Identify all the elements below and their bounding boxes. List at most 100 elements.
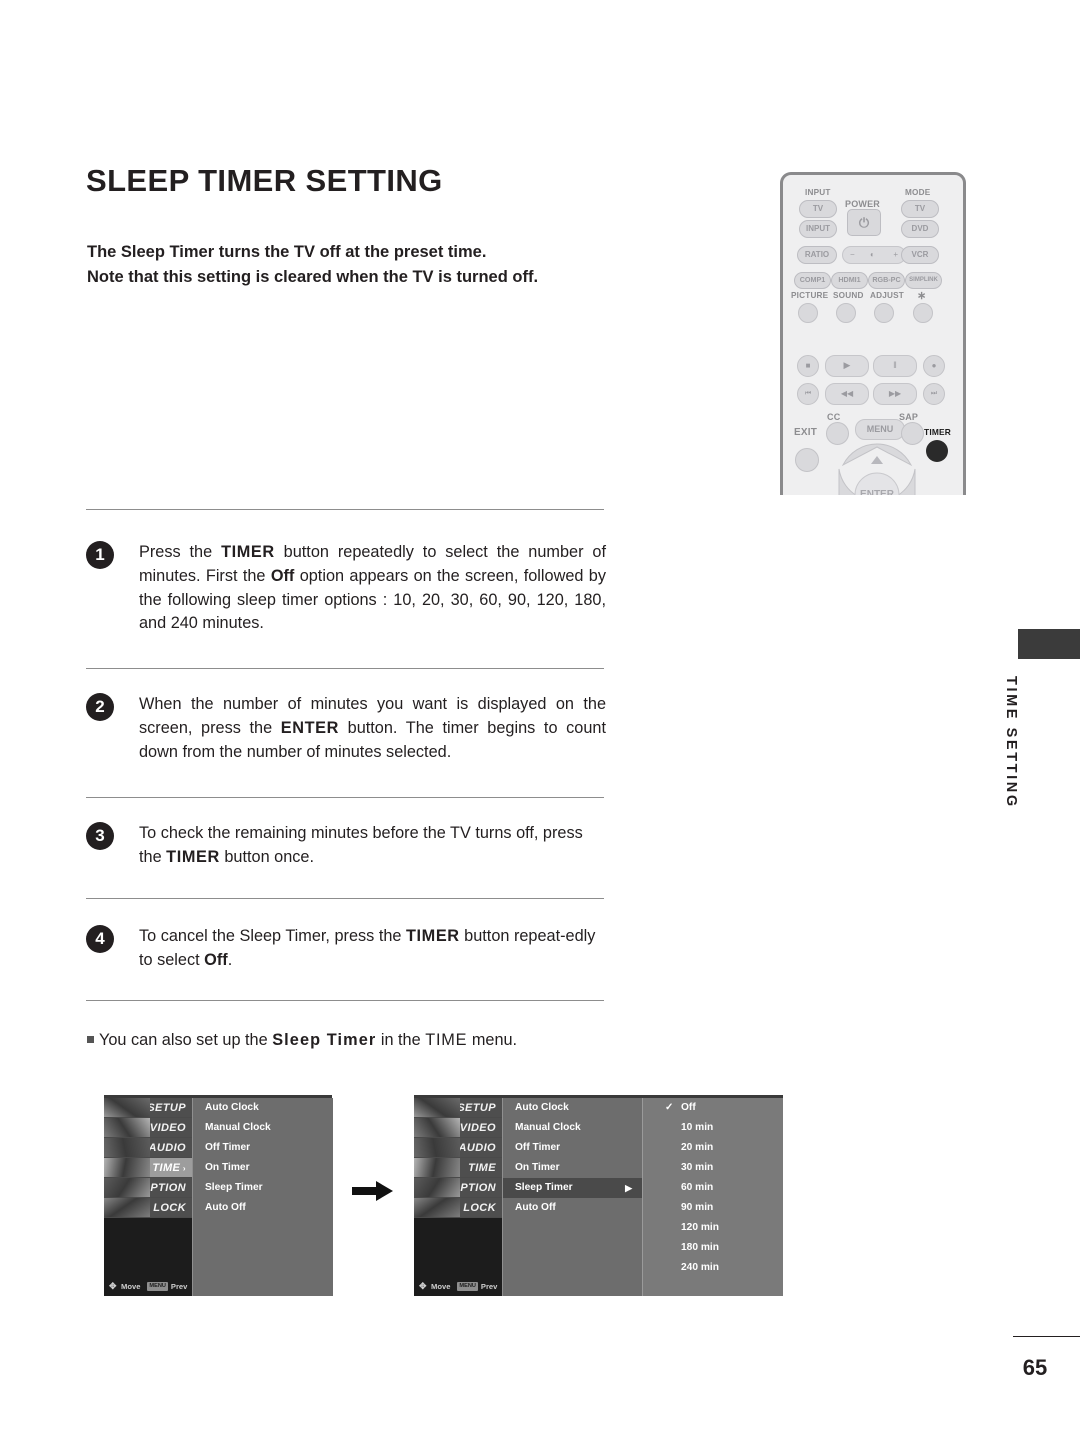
osd-category-thumbnail (414, 1118, 460, 1137)
remote-label-mode: MODE (905, 188, 931, 197)
osd-item-manual-clock[interactable]: Manual Clock (503, 1118, 642, 1138)
remote-button-input[interactable]: INPUT (799, 220, 837, 238)
remote-volume-plus[interactable]: + (893, 247, 898, 262)
osd-item-label: Sleep Timer (205, 1182, 263, 1193)
remote-button-picture[interactable] (798, 303, 818, 323)
osd-item-off-timer[interactable]: Off Timer (193, 1138, 333, 1158)
osd-option-180-min[interactable]: 180 min (643, 1238, 783, 1258)
osd-option-60-min[interactable]: 60 min (643, 1178, 783, 1198)
osd-category-audio[interactable]: AUDIO (104, 1138, 192, 1158)
remote-button-tv-mode[interactable]: TV (901, 200, 939, 218)
remote-button-next[interactable]: ⏭ (923, 383, 945, 405)
remote-volume-minus[interactable]: − (850, 247, 855, 262)
remote-button-tv-input[interactable]: TV (799, 200, 837, 218)
remote-button-stop[interactable]: ■ (797, 355, 819, 377)
intro-paragraph: The Sleep Timer turns the TV off at the … (87, 240, 627, 290)
osd-item-sleep-timer[interactable]: Sleep Timer ▶ (503, 1178, 642, 1198)
osd-item-label: Manual Clock (205, 1122, 271, 1133)
osd-item-label: Sleep Timer (515, 1182, 573, 1193)
osd-category-thumbnail (414, 1138, 460, 1157)
page-number: 65 (1022, 1355, 1048, 1380)
osd2-options-column: ✓ Off 10 min 20 min 30 min 60 min 90 min 120 mi… (642, 1098, 783, 1296)
remote-button-record[interactable]: ● (923, 355, 945, 377)
osd-item-auto-off[interactable]: Auto Off (193, 1198, 333, 1218)
remote-button-ratio[interactable]: RATIO (797, 246, 837, 264)
osd-menu-screenshot-1: SETUP VIDEO AUDIO TIME › OPTION LOCK Auto Clo… (104, 1095, 333, 1296)
bullet-square-icon (87, 1036, 94, 1043)
remote-button-sound[interactable] (836, 303, 856, 323)
osd-category-option[interactable]: OPTION (414, 1178, 502, 1198)
remote-label-exit: EXIT (794, 427, 818, 438)
osd-category-time[interactable]: TIME (414, 1158, 502, 1178)
osd-item-on-timer[interactable]: On Timer (503, 1158, 642, 1178)
svg-text:ENTER: ENTER (860, 489, 895, 495)
osd1-move-label: Move (121, 1282, 141, 1291)
menu-key-icon: MENU (147, 1282, 168, 1291)
osd-category-option[interactable]: OPTION (104, 1178, 192, 1198)
remote-button-previous[interactable]: ⏮ (797, 383, 819, 405)
remote-button-pause[interactable]: ‖ (873, 355, 917, 377)
osd-category-video[interactable]: VIDEO (414, 1118, 502, 1138)
step-3-text: To check the remaining minutes before th… (139, 824, 583, 866)
move-arrows-icon: ✥ (419, 1281, 427, 1291)
remote-button-comp1[interactable]: COMP1 (794, 272, 831, 289)
osd-option-10-min[interactable]: 10 min (643, 1118, 783, 1138)
osd-option-120-min[interactable]: 120 min (643, 1218, 783, 1238)
osd-item-auto-clock[interactable]: Auto Clock (503, 1098, 642, 1118)
remote-button-exit[interactable] (795, 448, 819, 472)
remote-button-menu[interactable]: MENU (855, 419, 905, 440)
note-line: You can also set up the Sleep Timer in t… (87, 1031, 517, 1050)
note-post: menu. (467, 1031, 518, 1049)
remote-button-rgb-pc[interactable]: RGB-PC (868, 272, 905, 289)
intro-line-2: Note that this setting is cleared when t… (87, 268, 539, 286)
remote-button-fast-forward[interactable]: ▶▶ (873, 383, 917, 405)
osd-item-auto-off[interactable]: Auto Off (503, 1198, 642, 1218)
osd-category-video[interactable]: VIDEO (104, 1118, 192, 1138)
remote-button-adjust[interactable] (874, 303, 894, 323)
osd-category-setup[interactable]: SETUP (104, 1098, 192, 1118)
osd1-footer: ✥ Move MENU Prev (104, 1282, 332, 1291)
remote-label-adjust: ADJUST (870, 291, 904, 300)
note-emphasis: Sleep Timer (272, 1031, 377, 1049)
osd-item-on-timer[interactable]: On Timer (193, 1158, 333, 1178)
remote-button-rewind[interactable]: ◀◀ (825, 383, 869, 405)
remote-button-timer[interactable] (926, 440, 948, 462)
osd-item-sleep-timer[interactable]: Sleep Timer (193, 1178, 333, 1198)
remote-button-cc[interactable] (826, 422, 849, 445)
osd-item-manual-clock[interactable]: Manual Clock (193, 1118, 333, 1138)
osd-category-lock[interactable]: LOCK (104, 1198, 192, 1218)
remote-volume-rocker[interactable]: − ◐ + (842, 246, 906, 264)
remote-button-vcr[interactable]: VCR (901, 246, 939, 264)
note-mid: in the (376, 1031, 426, 1049)
osd-category-setup[interactable]: SETUP (414, 1098, 502, 1118)
remote-navigation-wheel[interactable]: ENTER (829, 443, 925, 495)
osd1-category-column: SETUP VIDEO AUDIO TIME › OPTION LOCK (104, 1098, 192, 1296)
remote-button-play[interactable]: ▶ (825, 355, 869, 377)
osd-item-off-timer[interactable]: Off Timer (503, 1138, 642, 1158)
step-2-number: 2 (86, 693, 114, 721)
menu-key-icon: MENU (457, 1282, 478, 1291)
flow-arrow-icon (352, 1181, 393, 1201)
osd-option-20-min[interactable]: 20 min (643, 1138, 783, 1158)
osd-category-lock[interactable]: LOCK (414, 1198, 502, 1218)
osd-option-off[interactable]: ✓ Off (643, 1098, 783, 1118)
osd-option-30-min[interactable]: 30 min (643, 1158, 783, 1178)
osd-category-thumbnail (104, 1138, 150, 1157)
remote-button-power[interactable]: ⏻ (847, 209, 881, 236)
osd-category-time[interactable]: TIME › (104, 1158, 192, 1178)
osd-item-label: On Timer (205, 1162, 250, 1173)
remote-button-simplink[interactable]: SIMPLINK (905, 272, 942, 289)
side-tab-block (1018, 629, 1080, 659)
osd2-footer: ✥ Move MENU Prev (414, 1282, 783, 1291)
remote-button-hdmi1[interactable]: HDMI1 (831, 272, 868, 289)
osd-option-240-min[interactable]: 240 min (643, 1258, 783, 1278)
remote-button-star[interactable] (913, 303, 933, 323)
osd-option-90-min[interactable]: 90 min (643, 1198, 783, 1218)
osd1-hint-prev: MENU Prev (147, 1282, 187, 1291)
osd-category-audio[interactable]: AUDIO (414, 1138, 502, 1158)
osd-category-thumbnail (104, 1118, 150, 1137)
osd-item-auto-clock[interactable]: Auto Clock (193, 1098, 333, 1118)
osd-category-label: VIDEO (459, 1122, 496, 1134)
remote-button-dvd[interactable]: DVD (901, 220, 939, 238)
remote-button-sap[interactable] (901, 422, 924, 445)
